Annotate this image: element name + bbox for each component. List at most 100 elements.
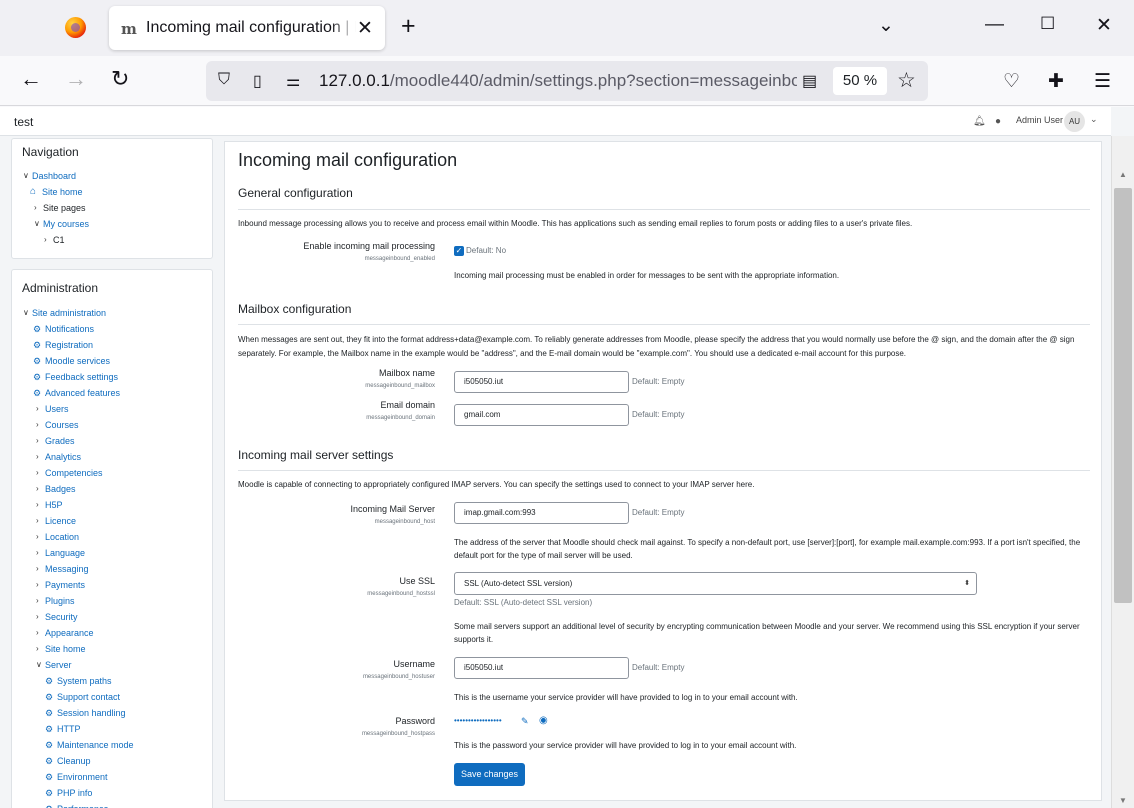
admin-item-security[interactable]: › Security [36,609,78,625]
admin-item-environment[interactable]: ⚙ Environment [45,769,108,785]
messages-icon[interactable]: ● [995,116,1001,127]
chevron-right-icon[interactable]: › [36,545,45,561]
admin-item-h5p[interactable]: › H5P [36,497,63,513]
chevron-right-icon[interactable]: › [36,561,45,577]
admin-item-site-administration[interactable]: ∨ Site administration [23,305,106,321]
admin-item-system-paths[interactable]: ⚙ System paths [45,673,112,689]
admin-item-plugins[interactable]: › Plugins [36,593,75,609]
new-tab-icon[interactable]: + [401,14,416,39]
nav-item-my-courses[interactable]: ∨ My courses [34,216,89,232]
admin-item-courses[interactable]: › Courses [36,417,79,433]
mail-server-input[interactable]: imap.gmail.com:993 [454,502,629,524]
nav-item-site-home[interactable]: ⌂ Site home [30,184,83,200]
nav-item-c1[interactable]: › C1 [44,232,65,248]
eye-reveal-icon[interactable]: ◉ [539,715,548,726]
nav-item-dashboard[interactable]: ∨ Dashboard [23,168,76,184]
enable-checkbox[interactable]: ✓ [454,246,464,256]
chevron-right-icon[interactable]: › [36,593,45,609]
admin-item-competencies[interactable]: › Competencies [36,465,103,481]
admin-item-registration[interactable]: ⚙ Registration [33,337,93,353]
back-arrow-icon[interactable]: ← [20,68,42,90]
page-scrollbar[interactable]: ▲ ▼ [1111,136,1134,808]
admin-item-server[interactable]: ∨ Server [36,657,72,673]
use-ssl-select[interactable]: SSL (Auto-detect SSL version) ⬍ [454,572,977,595]
admin-item-session-handling[interactable]: ⚙ Session handling [45,705,126,721]
chevron-right-icon[interactable]: › [36,449,45,465]
admin-item-site-home[interactable]: › Site home [36,641,86,657]
chevron-right-icon[interactable]: › [36,641,45,657]
mailbox-name-input[interactable]: i505050.iut [454,371,629,393]
password-field[interactable]: ••••••••••••••••• [454,716,502,725]
firefox-logo-icon[interactable] [65,17,86,38]
list-tabs-icon[interactable]: ⌄ [878,14,894,37]
admin-item-users[interactable]: › Users [36,401,69,417]
scroll-thumb[interactable] [1114,188,1132,603]
admin-item-support-contact[interactable]: ⚙ Support contact [45,689,120,705]
reader-view-icon[interactable]: ▤ [802,71,817,91]
admin-item-appearance[interactable]: › Appearance [36,625,94,641]
admin-item-grades[interactable]: › Grades [36,433,75,449]
chevron-right-icon[interactable]: › [36,497,45,513]
pocket-icon[interactable]: ♡ [1003,70,1020,93]
chevron-right-icon[interactable]: › [34,200,43,216]
pencil-edit-icon[interactable]: ✎ [521,716,529,727]
chevron-right-icon[interactable]: › [44,232,53,248]
admin-item-advanced-features[interactable]: ⚙ Advanced features [33,385,120,401]
admin-item-licence[interactable]: › Licence [36,513,76,529]
admin-item-php-info[interactable]: ⚙ PHP info [45,785,92,801]
close-tab-icon[interactable]: ✕ [357,17,373,40]
chevron-right-icon[interactable]: › [36,609,45,625]
chevron-down-icon[interactable]: ∨ [23,168,32,184]
minimize-icon[interactable]: — [985,14,1004,36]
menu-icon[interactable]: ☰ [1094,70,1111,93]
browser-tab-active[interactable]: m Incoming mail configuration | E ✕ [109,6,385,50]
save-changes-button[interactable]: Save changes [454,763,525,786]
admin-item-language[interactable]: › Language [36,545,85,561]
chevron-right-icon[interactable]: › [36,481,45,497]
admin-item-analytics[interactable]: › Analytics [36,449,81,465]
shield-icon[interactable]: ⛉ [218,71,230,89]
chevron-right-icon[interactable]: › [36,529,45,545]
chevron-right-icon[interactable]: › [36,577,45,593]
chevron-down-icon[interactable]: ∨ [23,305,32,321]
admin-item-messaging[interactable]: › Messaging [36,561,89,577]
admin-item-maintenance-mode[interactable]: ⚙ Maintenance mode [45,737,134,753]
url-bar[interactable]: ⛉ ▯ ⚌ 127.0.0.1/moodle440/admin/settings… [206,61,928,101]
nav-item-site-pages[interactable]: › Site pages [34,200,86,216]
admin-item-notifications[interactable]: ⚙ Notifications [33,321,94,337]
bookmark-star-icon[interactable]: ☆ [897,68,916,93]
chevron-right-icon[interactable]: › [36,465,45,481]
chevron-down-icon[interactable]: ∨ [36,657,45,673]
chevron-right-icon[interactable]: › [36,433,45,449]
email-domain-input[interactable]: gmail.com [454,404,629,426]
admin-item-moodle-services[interactable]: ⚙ Moodle services [33,353,110,369]
admin-item-cleanup[interactable]: ⚙ Cleanup [45,753,91,769]
admin-item-payments[interactable]: › Payments [36,577,85,593]
chevron-down-icon[interactable]: ⌄ [1090,114,1098,125]
zoom-level[interactable]: 50 % [833,67,887,95]
chevron-down-icon[interactable]: ∨ [34,216,43,232]
maximize-icon[interactable]: ☐ [1040,14,1055,34]
page-icon[interactable]: ▯ [253,71,262,91]
url-text[interactable]: 127.0.0.1/moodle440/admin/settings.php?s… [319,71,797,91]
permissions-icon[interactable]: ⚌ [286,71,300,91]
avatar[interactable]: AU [1064,111,1085,132]
close-window-icon[interactable]: ✕ [1096,14,1112,37]
admin-item-http[interactable]: ⚙ HTTP [45,721,81,737]
admin-item-performance[interactable]: ⚙Performance [45,801,109,808]
site-name[interactable]: test [14,115,33,129]
chevron-right-icon[interactable]: › [36,513,45,529]
scroll-down-icon[interactable]: ▼ [1119,796,1127,805]
username-input[interactable]: i505050.iut [454,657,629,679]
reload-icon[interactable]: ↻ [111,68,129,90]
notifications-bell-icon[interactable]: 🔔︎ [973,116,986,127]
chevron-right-icon[interactable]: › [36,401,45,417]
chevron-right-icon[interactable]: › [36,417,45,433]
admin-item-feedback-settings[interactable]: ⚙ Feedback settings [33,369,118,385]
admin-item-location[interactable]: › Location [36,529,79,545]
user-name[interactable]: Admin User [1016,115,1063,125]
chevron-right-icon[interactable]: › [36,625,45,641]
scroll-up-icon[interactable]: ▲ [1119,170,1127,179]
extensions-icon[interactable]: ✚ [1048,70,1064,93]
admin-item-badges[interactable]: › Badges [36,481,76,497]
